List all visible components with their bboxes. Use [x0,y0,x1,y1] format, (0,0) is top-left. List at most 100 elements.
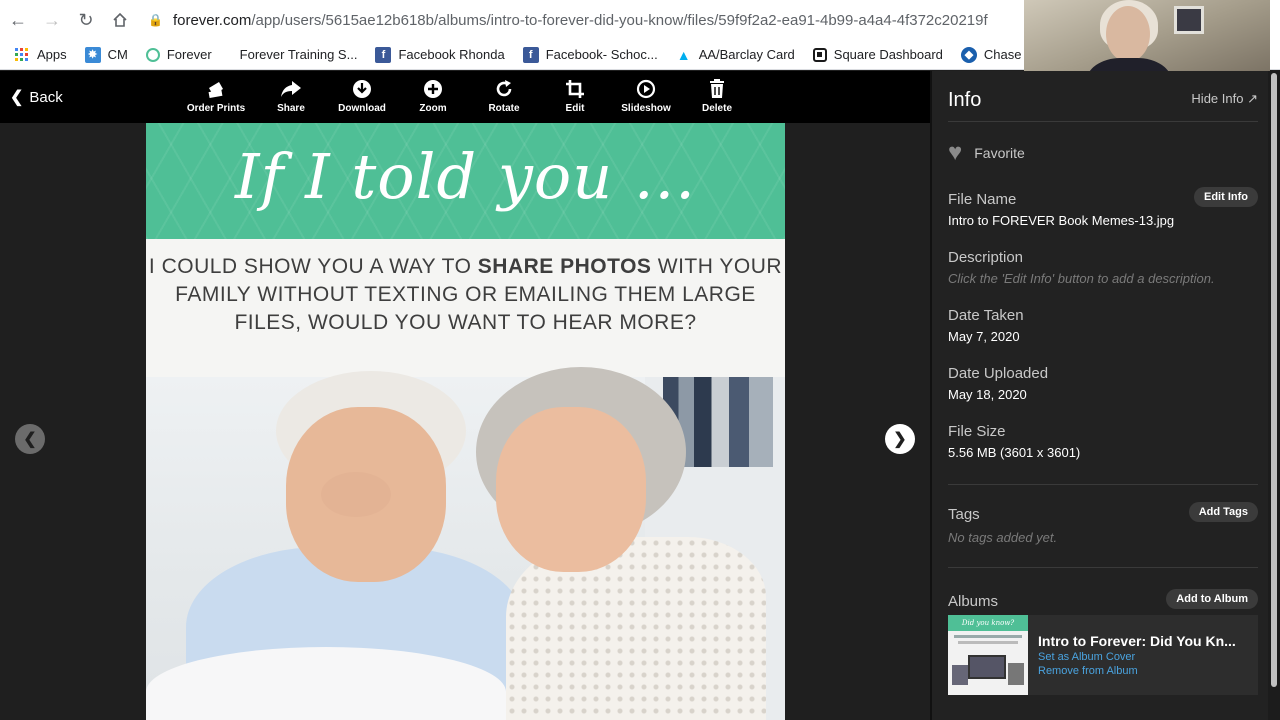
bookmark-label: Forever [166,47,212,62]
couple-photo [146,367,785,720]
rotate-button[interactable]: Rotate [469,79,539,114]
bookmark-barclay[interactable]: ▲ AA/Barclay Card [676,47,795,63]
download-button[interactable]: Download [327,79,397,114]
description-label: Description [948,249,1024,266]
forward-arrow-icon[interactable]: → [36,4,68,36]
url-field[interactable]: 🔒 forever.com/app/users/5615ae12b618b/al… [148,12,988,29]
back-arrow-icon[interactable]: ← [2,4,34,36]
zoom-icon [398,79,468,99]
back-label: Back [29,88,63,106]
bookmark-label: Facebook Rhonda [398,47,505,62]
date-uploaded-value: May 18, 2020 [948,387,1027,402]
reload-icon[interactable]: ↻ [70,4,102,36]
trash-icon [682,79,752,99]
chevron-left-icon: ❮ [10,89,24,106]
lock-icon: 🔒 [148,13,163,27]
order-prints-button[interactable]: Order Prints [181,79,251,114]
facebook-icon: f [375,46,392,63]
share-icon [256,79,326,99]
thumb-device [968,655,1006,679]
tool-label: Order Prints [186,103,246,114]
forever-ring-icon [145,47,160,62]
tool-label: Edit [565,103,585,114]
barclay-eagle-icon: ▲ [676,46,691,63]
info-title: Info [948,89,982,111]
tags-label: Tags [948,506,980,523]
chase-icon: ◆ [960,46,977,63]
home-icon[interactable] [104,4,136,36]
hide-info-button[interactable]: Hide Info ↗ [1191,91,1258,107]
album-thumb-caption: Did you know? [948,615,1028,631]
edit-info-button[interactable]: Edit Info [1194,187,1258,207]
presenter-face [1106,6,1150,62]
share-button[interactable]: Share [256,79,326,114]
info-panel: Info Hide Info ↗ ♥ Favorite File Name Ed… [930,71,1268,720]
photo-stage: ❮ If I told you ... I COULD SHOW YOU A W… [0,123,930,720]
date-taken-value: May 7, 2020 [948,329,1020,344]
tool-label: Zoom [419,103,447,114]
rotate-icon [469,79,539,99]
bookmark-label: Facebook- Schoc... [545,47,658,62]
bookmark-label: Chase [983,47,1022,62]
file-size-value: 5.56 MB (3601 x 3601) [948,445,1081,460]
info-scrollbar[interactable] [1268,71,1280,720]
photo-message: I COULD SHOW YOU A WAY TO SHARE PHOTOS W… [146,239,785,377]
cm-icon: ✸ [84,46,101,63]
tags-hint: No tags added yet. [948,530,1058,545]
divider [948,121,1258,122]
bookmark-forever[interactable]: Forever [145,47,212,62]
set-album-cover-link[interactable]: Set as Album Cover [1038,651,1135,663]
slideshow-button[interactable]: Slideshow [611,79,681,114]
favorite-button[interactable]: ♥ Favorite [948,139,1025,166]
date-uploaded-label: Date Uploaded [948,365,1049,382]
bookmark-label: Forever Training S... [239,47,358,62]
delete-button[interactable]: Delete [682,79,752,114]
crop-icon [540,79,610,99]
heart-icon: ♥ [948,139,963,166]
bookmark-cm[interactable]: ✸ CM [84,46,128,63]
add-tags-button[interactable]: Add Tags [1188,502,1258,522]
bookmark-forever-training[interactable]: Forever Training S... [240,47,358,62]
slideshow-icon [611,79,681,99]
album-thumbnail: Did you know? [948,615,1028,695]
tool-label: Share [277,103,305,114]
add-to-album-button[interactable]: Add to Album [1166,589,1258,609]
divider [948,484,1258,485]
wall-picture [1174,6,1204,34]
square-icon [812,47,827,62]
previous-photo-button[interactable]: ❮ [15,424,45,454]
album-name[interactable]: Intro to Forever: Did You Kn... [1038,633,1236,649]
bookmark-facebook-rhonda[interactable]: f Facebook Rhonda [375,46,505,63]
bookmark-label: CM [107,47,128,62]
divider [948,567,1258,568]
chevron-left-icon: ❮ [23,431,37,448]
date-taken-label: Date Taken [948,307,1024,324]
zoom-button[interactable]: Zoom [398,79,468,114]
thumb-line [958,641,1018,644]
bookmark-square[interactable]: Square Dashboard [812,47,943,62]
next-photo-button[interactable]: ❯ [885,424,915,454]
thumb-device [952,665,968,685]
photo-image[interactable]: If I told you ... I COULD SHOW YOU A WAY… [146,123,785,720]
favorite-label: Favorite [974,145,1025,161]
edit-button[interactable]: Edit [540,79,610,114]
file-name-label: File Name [948,191,1017,208]
bookmark-facebook-schoc[interactable]: f Facebook- Schoc... [522,46,658,63]
url-path: /app/users/5615ae12b618b/albums/intro-to… [251,11,988,29]
scrollbar-thumb[interactable] [1271,73,1277,687]
thumb-line [954,635,1022,638]
bookmark-label: AA/Barclay Card [698,47,795,62]
tool-label: Rotate [488,103,520,114]
album-card[interactable]: Did you know? Intro to Forever: Did You … [948,615,1258,695]
download-icon [327,79,397,99]
order-prints-icon [181,79,251,99]
bookmark-apps[interactable]: Apps [14,47,67,63]
remove-from-album-link[interactable]: Remove from Album [1038,665,1138,677]
bookmark-chase[interactable]: ◆ Chase [960,46,1022,63]
back-button[interactable]: ❮ Back [10,87,63,107]
tool-label: Delete [701,103,732,114]
bookmark-label: Apps [37,47,67,62]
external-box-icon: ↗ [1247,91,1258,106]
photo-headline: If I told you ... [235,140,696,213]
woman-face [496,407,646,572]
